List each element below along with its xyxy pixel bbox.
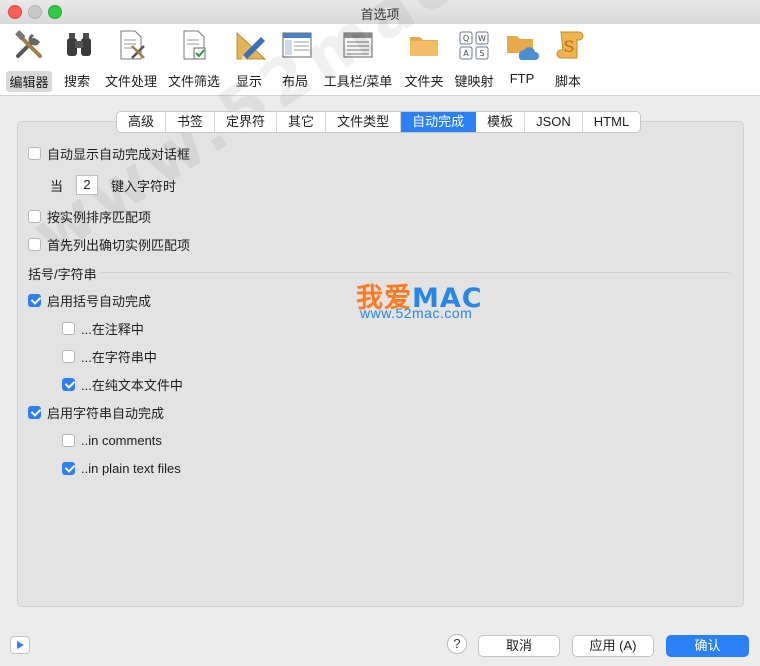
svg-text:S: S: [564, 37, 575, 56]
pencil-ruler-icon: [236, 31, 267, 60]
apply-button[interactable]: 应用 (A): [572, 635, 654, 657]
chars-label: 键入字符时: [111, 178, 177, 194]
toolbar-item-label: 文件夹: [404, 74, 444, 89]
toolbar-item-toolbar-menu[interactable]: 工具栏/菜单: [322, 28, 394, 92]
tab-delimiters[interactable]: 定界符: [215, 112, 278, 132]
section-title-brackets: 括号/字符串: [28, 264, 101, 283]
enable-string-checkbox[interactable]: [28, 405, 41, 419]
title-bar: 首选项: [0, 0, 760, 24]
option-exact-first[interactable]: 首先列出确切实例匹配项: [28, 235, 190, 253]
option-enable-string[interactable]: 启用字符串自动完成: [28, 403, 164, 421]
bracket-in-strings-checkbox[interactable]: [62, 349, 75, 363]
toolbar-item-layout[interactable]: 布局: [280, 28, 312, 92]
folder-icon: [410, 37, 438, 56]
option-string-in-comments[interactable]: ..in comments: [62, 431, 162, 449]
svg-text:A: A: [463, 49, 469, 58]
toolbar-item-label: 布局: [281, 74, 308, 89]
cancel-button[interactable]: 取消: [478, 635, 560, 657]
toolbar-item-label: 文件筛选: [167, 74, 220, 89]
binoculars-icon: [67, 33, 91, 56]
run-button[interactable]: [10, 636, 30, 654]
svg-text:S: S: [479, 49, 484, 58]
toolbar-item-editor[interactable]: 编辑器: [6, 28, 52, 92]
tab-file-types[interactable]: 文件类型: [326, 112, 402, 132]
tab-autocomplete[interactable]: 自动完成: [401, 112, 477, 132]
tab-templates[interactable]: 模板: [476, 112, 526, 132]
toolbar-item-label: 脚本: [554, 74, 581, 89]
option-label: ..in plain text files: [81, 460, 181, 476]
sort-by-instance-checkbox[interactable]: [28, 209, 41, 223]
window-title: 首选项: [360, 7, 400, 22]
option-label: ...在注释中: [81, 321, 144, 337]
option-string-in-plain[interactable]: ..in plain text files: [62, 459, 181, 477]
option-label: 自动显示自动完成对话框: [47, 146, 191, 162]
scroll-icon: S: [556, 31, 584, 59]
help-button[interactable]: ?: [447, 634, 467, 654]
tab-bar: 高级 书签 定界符 其它 文件类型 自动完成 模板 JSON HTML: [116, 111, 642, 133]
string-in-comments-checkbox[interactable]: [62, 433, 75, 447]
option-label: 首先列出确切实例匹配项: [47, 237, 191, 253]
tab-html[interactable]: HTML: [583, 112, 640, 132]
toolbar-item-scripts[interactable]: S 脚本: [553, 28, 584, 92]
play-icon: [17, 641, 24, 649]
svg-text:W: W: [478, 34, 486, 43]
toolbar-item-label: FTP: [509, 71, 535, 86]
toolbar-item-label: 键映射: [454, 74, 494, 89]
toolbar-item-label: 显示: [235, 74, 262, 89]
option-show-dialog[interactable]: 自动显示自动完成对话框: [28, 144, 190, 162]
toolbar-item-file-handling[interactable]: 文件处理: [104, 28, 158, 92]
preferences-toolbar: 编辑器 搜索 文件处理 文件筛选 显示 布局 工具栏/菜单 文件夹 Q W A …: [0, 24, 760, 96]
window-layout-icon: [282, 32, 312, 58]
toolbar-item-display[interactable]: 显示: [234, 28, 267, 92]
option-label: 按实例排序匹配项: [47, 209, 152, 225]
option-label: ...在字符串中: [81, 349, 157, 365]
toolbar-item-keymap[interactable]: Q W A S 键映射: [452, 28, 496, 92]
tab-advanced[interactable]: 高级: [117, 112, 167, 132]
enable-bracket-checkbox[interactable]: [28, 293, 41, 307]
option-label: ..in comments: [81, 432, 162, 448]
tab-bookmarks[interactable]: 书签: [166, 112, 216, 132]
bracket-in-plain-checkbox[interactable]: [62, 377, 75, 391]
toolbar-item-ftp[interactable]: FTP: [505, 28, 539, 92]
option-sort-by-instance[interactable]: 按实例排序匹配项: [28, 207, 151, 225]
char-count-field[interactable]: 2: [76, 175, 99, 195]
string-in-plain-checkbox[interactable]: [62, 461, 75, 475]
show-dialog-checkbox[interactable]: [28, 146, 41, 160]
option-label: 启用括号自动完成: [47, 293, 152, 309]
tab-other[interactable]: 其它: [277, 112, 327, 132]
when-label: 当: [50, 178, 64, 194]
bracket-in-comments-checkbox[interactable]: [62, 321, 75, 335]
toolbar-item-label: 文件处理: [104, 74, 157, 89]
svg-text:Q: Q: [463, 34, 469, 43]
ftp-icon: [507, 36, 539, 60]
option-enable-bracket[interactable]: 启用括号自动完成: [28, 291, 151, 309]
option-label: 启用字符串自动完成: [47, 405, 165, 421]
toolbar-item-label: 工具栏/菜单: [323, 74, 393, 89]
toolbar-item-search[interactable]: 搜索: [62, 28, 92, 92]
file-check-icon: [183, 30, 206, 60]
char-count-row: 当 2 键入字符时: [50, 174, 176, 196]
option-bracket-in-strings[interactable]: ...在字符串中: [62, 347, 157, 365]
file-tools-icon: [120, 30, 145, 60]
watermark-url: www.52mac.com: [360, 305, 473, 321]
option-label: ...在纯文本文件中: [81, 377, 183, 393]
toolbar-item-label: 编辑器: [6, 71, 52, 92]
tools-icon: [15, 30, 42, 58]
option-bracket-in-comments[interactable]: ...在注释中: [62, 319, 144, 337]
option-bracket-in-plain[interactable]: ...在纯文本文件中: [62, 375, 183, 393]
toolbar-menu-icon: [343, 32, 373, 58]
exact-first-checkbox[interactable]: [28, 237, 41, 251]
ok-button[interactable]: 确认: [666, 635, 749, 657]
toolbar-item-file-filter[interactable]: 文件筛选: [167, 28, 221, 92]
section-label: 括号/字符串: [28, 267, 101, 282]
toolbar-item-folder[interactable]: 文件夹: [402, 28, 446, 92]
toolbar-item-label: 搜索: [63, 74, 90, 89]
keyboard-icon: Q W A S: [459, 31, 489, 60]
tab-json[interactable]: JSON: [525, 112, 583, 132]
section-divider: [28, 272, 730, 273]
